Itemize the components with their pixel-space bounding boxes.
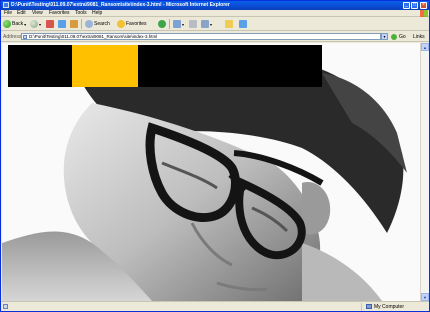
chevron-down-icon: ▼ [423, 295, 427, 300]
favorites-button[interactable]: Favorites [117, 19, 147, 29]
stop-icon [46, 20, 54, 28]
back-button[interactable]: Back ▾ [3, 19, 26, 29]
zone-label: My Computer [374, 304, 405, 310]
messenger-button[interactable] [239, 19, 247, 29]
media-icon [158, 20, 166, 28]
vertical-scrollbar[interactable]: ▲ ▼ [420, 43, 429, 301]
window-title: D:\Punit\Testing\011.09.07\extra\9081_Ra… [11, 2, 230, 8]
print-icon [189, 20, 197, 28]
chevron-down-icon[interactable]: ▾ [182, 22, 184, 27]
scroll-up-button[interactable]: ▲ [421, 43, 429, 51]
header-black-strip [8, 45, 322, 87]
stop-button[interactable] [46, 19, 54, 29]
menu-bar: File Edit View Favorites Tools Help [1, 10, 429, 17]
maximize-button[interactable]: □ [411, 2, 418, 9]
folder-button[interactable] [225, 19, 233, 29]
scroll-down-button[interactable]: ▼ [421, 293, 429, 301]
print-button[interactable] [189, 19, 197, 29]
mail-button[interactable]: ▾ [173, 19, 184, 29]
go-arrow-icon[interactable] [391, 34, 397, 40]
menu-tools[interactable]: Tools [75, 11, 87, 16]
toolbar-separator [169, 19, 170, 29]
status-bar: My Computer [1, 301, 429, 311]
address-dropdown-button[interactable]: ▾ [381, 33, 388, 40]
media-button[interactable] [158, 19, 166, 29]
back-label: Back [12, 21, 24, 27]
forward-arrow-icon [30, 20, 38, 28]
edit-button[interactable]: ▾ [201, 19, 212, 29]
mail-icon [173, 20, 181, 28]
minimize-button[interactable]: _ [403, 2, 410, 9]
menu-file[interactable]: File [4, 11, 12, 16]
address-label: Address [3, 34, 22, 40]
standard-toolbar: Back ▾ ▾ Search Favorites ▾ ▾ [1, 17, 429, 31]
header-yellow-block [72, 45, 138, 87]
forward-button[interactable]: ▾ [30, 19, 41, 29]
menu-edit[interactable]: Edit [17, 11, 26, 16]
ie-page-icon [3, 2, 9, 8]
star-icon [117, 20, 125, 28]
chevron-up-icon: ▲ [423, 45, 427, 50]
search-icon [85, 20, 93, 28]
address-input[interactable]: D:\Punit\Testing\011.09.07\extra\9081_Ra… [21, 33, 381, 40]
address-bar: Address D:\Punit\Testing\011.09.07\extra… [1, 31, 429, 42]
back-arrow-icon [3, 20, 11, 28]
search-label: Search [94, 21, 110, 27]
windows-logo-icon [420, 10, 428, 17]
edit-icon [201, 20, 209, 28]
page-status-icon [3, 304, 8, 309]
home-button[interactable] [70, 19, 78, 29]
browser-window: D:\Punit\Testing\011.09.07\extra\9081_Ra… [0, 0, 430, 312]
computer-icon [366, 304, 372, 309]
refresh-button[interactable] [58, 19, 66, 29]
links-button[interactable]: Links [413, 34, 425, 40]
home-icon [70, 20, 78, 28]
security-zone: My Computer [361, 303, 427, 311]
messenger-icon [239, 20, 247, 28]
menu-help[interactable]: Help [92, 11, 102, 16]
page-icon [23, 35, 27, 39]
page-viewport [2, 43, 420, 301]
close-button[interactable]: × [420, 2, 427, 9]
menu-favorites[interactable]: Favorites [49, 11, 70, 16]
go-button[interactable]: Go [399, 34, 406, 40]
title-bar[interactable]: D:\Punit\Testing\011.09.07\extra\9081_Ra… [1, 1, 429, 10]
menu-view[interactable]: View [32, 11, 43, 16]
refresh-icon [58, 20, 66, 28]
search-button[interactable]: Search [85, 19, 110, 29]
folder-icon [225, 20, 233, 28]
chevron-down-icon[interactable]: ▾ [210, 22, 212, 27]
toolbar-separator [81, 19, 82, 29]
chevron-down-icon[interactable]: ▾ [24, 22, 26, 27]
address-url: D:\Punit\Testing\011.09.07\extra\9081_Ra… [29, 34, 158, 39]
chevron-down-icon[interactable]: ▾ [39, 22, 41, 27]
favorites-label: Favorites [126, 21, 147, 27]
